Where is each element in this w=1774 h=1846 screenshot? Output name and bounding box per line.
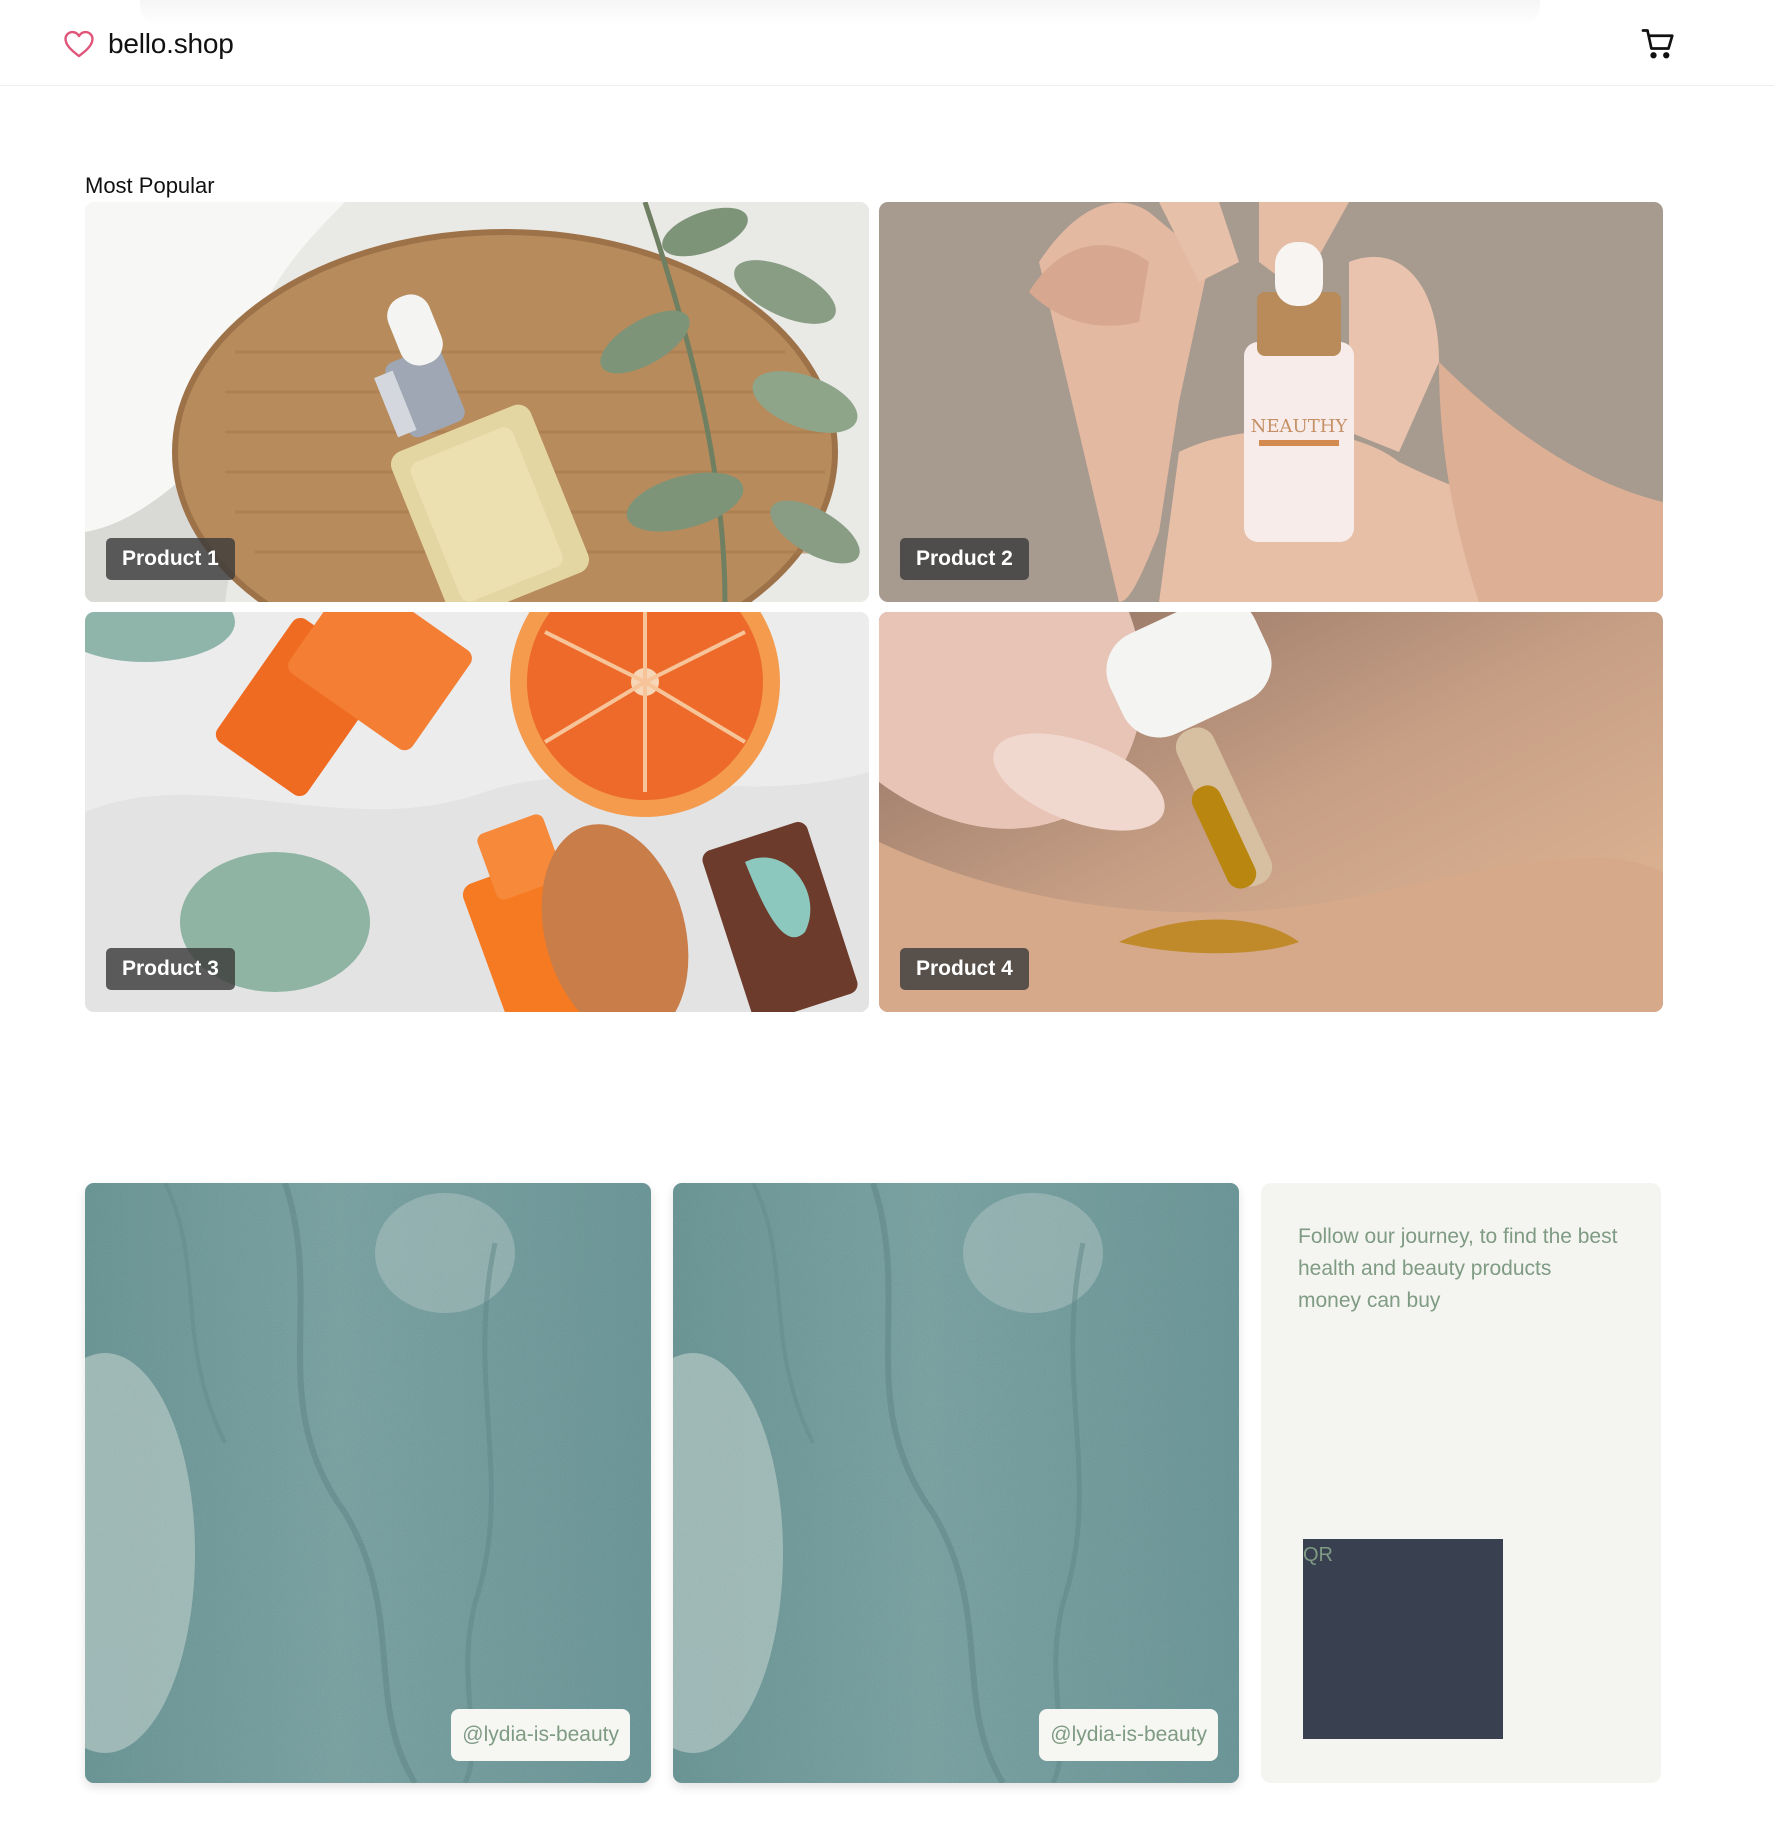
header-shadow (140, 0, 1540, 26)
follow-info-card: Follow our journey, to find the best hea… (1261, 1183, 1661, 1783)
product-label: Product 1 (106, 538, 235, 580)
shopping-cart-icon (1641, 29, 1674, 59)
social-handle[interactable]: @lydia-is-beauty (451, 1709, 630, 1761)
social-post-card[interactable]: @lydia-is-beauty (85, 1183, 651, 1783)
brand-logo[interactable]: bello.shop (62, 24, 234, 64)
section-title-most-popular: Most Popular (85, 173, 215, 198)
cart-button[interactable] (1640, 26, 1676, 62)
product-card-2[interactable]: NEAUTHY Product 2 (879, 202, 1663, 602)
product-label: Product 4 (900, 948, 1029, 990)
brand-name: bello.shop (108, 28, 234, 59)
heart-icon (64, 30, 94, 58)
product-label: Product 2 (900, 538, 1029, 580)
qr-code[interactable]: QR (1303, 1539, 1503, 1739)
social-post-image (673, 1183, 1239, 1783)
product-card-4[interactable]: Product 4 (879, 612, 1663, 1012)
site-header: bello.shop (0, 0, 1774, 86)
follow-tagline: Follow our journey, to find the best hea… (1298, 1225, 1618, 1312)
product-label: Product 3 (106, 948, 235, 990)
social-handle[interactable]: @lydia-is-beauty (1039, 1709, 1218, 1761)
product-card-1[interactable]: Product 1 (85, 202, 869, 602)
product-card-3[interactable]: Product 3 (85, 612, 869, 1012)
svg-text:NEAUTHY: NEAUTHY (1251, 416, 1349, 437)
qr-label: QR (1303, 1544, 1333, 1566)
social-post-image (85, 1183, 651, 1783)
social-post-card[interactable]: @lydia-is-beauty (673, 1183, 1239, 1783)
